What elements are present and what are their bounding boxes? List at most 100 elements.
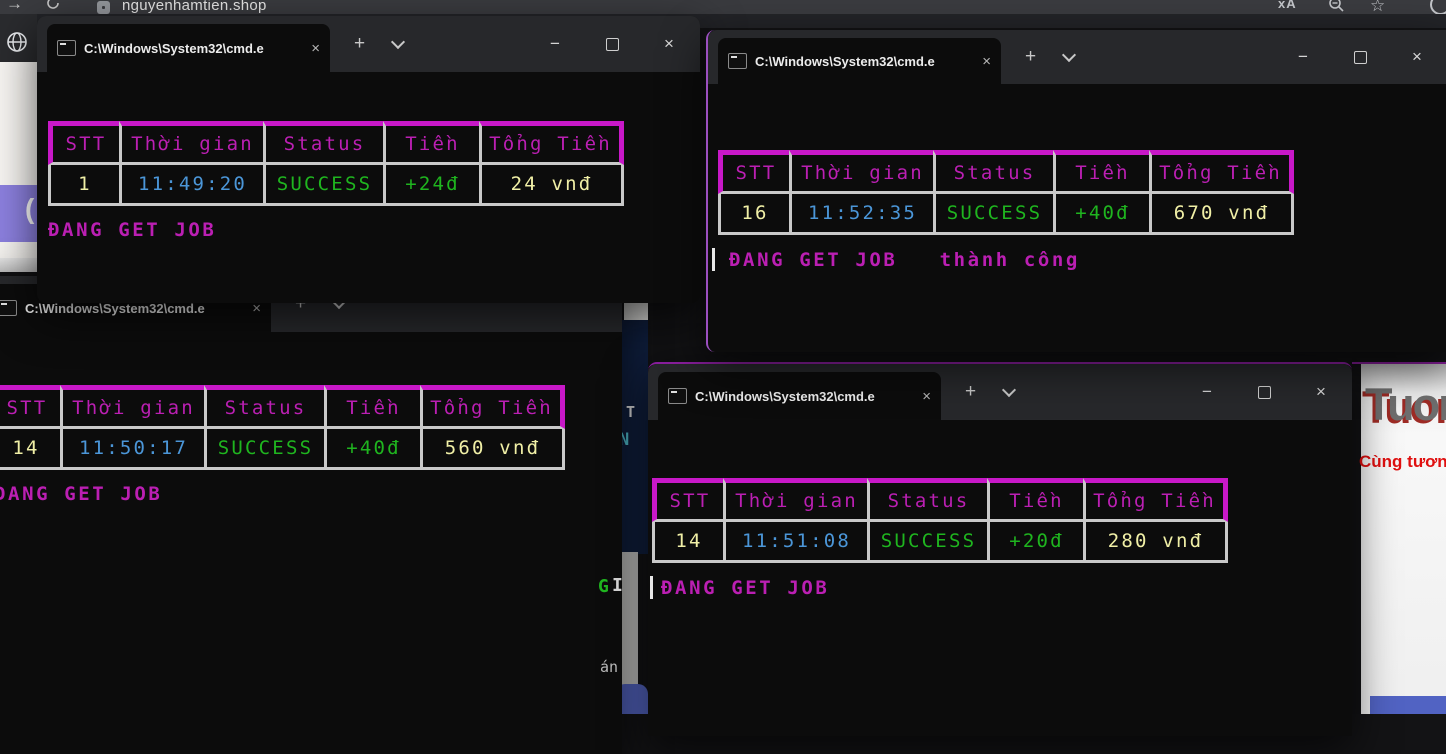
cmd-icon: [728, 53, 747, 69]
page-scrollbar-fragment[interactable]: [621, 552, 638, 690]
cmd-icon: [0, 300, 17, 316]
job-table: STT Thời gian Status Tiền Tổng Tiền 14 1…: [652, 478, 1228, 563]
cell-total: 670 vnđ: [1149, 194, 1294, 235]
close-button[interactable]: ×: [646, 24, 692, 64]
maximize-button[interactable]: [1337, 37, 1383, 77]
banner-glyph: (: [25, 193, 34, 225]
profile-icon[interactable]: [1430, 0, 1446, 14]
new-tab-button[interactable]: +: [1025, 46, 1036, 68]
terminal-output[interactable]: STT Thời gian Status Tiền Tổng Tiền 1 11…: [37, 72, 700, 241]
refresh-icon[interactable]: [45, 0, 61, 11]
cmd-window-bottom-center: C:\Windows\System32\cmd.e × + − × STT Th…: [648, 362, 1352, 736]
terminal-cursor: [712, 248, 715, 271]
url-text[interactable]: nguyenhamtien.shop: [122, 0, 267, 14]
webpage-content-fragment: Tuon Cùng tươn: [1361, 364, 1446, 714]
close-button[interactable]: ×: [1394, 37, 1440, 77]
maximize-icon: [1258, 386, 1271, 399]
col-header: STT: [718, 150, 789, 194]
col-header: Tổng Tiền: [1149, 150, 1294, 194]
minimize-button[interactable]: −: [532, 24, 578, 64]
cell-status: SUCCESS: [263, 165, 383, 206]
cell-time: 11:52:35: [789, 194, 933, 235]
site-favicon: [97, 1, 110, 14]
window-controls: − ×: [1184, 364, 1344, 420]
cell-status: SUCCESS: [933, 194, 1053, 235]
col-header: Thời gian: [723, 478, 867, 522]
cell-amount: +24đ: [383, 165, 479, 206]
status-line: ĐANG GET JOB: [0, 483, 622, 505]
job-table: STT Thời gian Status Tiền Tổng Tiền 16 1…: [718, 150, 1294, 235]
cell-stt: 14: [652, 522, 723, 563]
cell-status: SUCCESS: [867, 522, 987, 563]
terminal-output[interactable]: STT Thời gian Status Tiền Tổng Tiền 16 1…: [708, 84, 1446, 271]
cell-time: 11:50:17: [60, 429, 204, 470]
col-header: Tiền: [1053, 150, 1149, 194]
minimize-button[interactable]: −: [1280, 37, 1326, 77]
col-header: Status: [867, 478, 987, 522]
col-header: Tiền: [987, 478, 1083, 522]
terminal-output[interactable]: STT Thời gian Status Tiền Tổng Tiền 14 1…: [0, 332, 622, 505]
status-line: ĐANG GET JOB: [48, 219, 700, 241]
tab-bar-spacer: [1014, 364, 1184, 420]
cell-stt: 1: [48, 165, 119, 206]
cmd-icon: [57, 40, 76, 56]
page-red-caption: Cùng tươn: [1359, 452, 1446, 472]
tab-title: C:\Windows\System32\cmd.e: [84, 41, 305, 56]
terminal-tab-bar: C:\Windows\System32\cmd.e × + − ×: [37, 16, 700, 72]
globe-icon[interactable]: [6, 31, 28, 53]
maximize-icon: [606, 38, 619, 51]
col-header: Thời gian: [119, 121, 263, 165]
col-header: STT: [652, 478, 723, 522]
col-header: Status: [263, 121, 383, 165]
purple-border-extension: [1352, 362, 1446, 364]
browser-sidebar-fragment: [0, 14, 37, 62]
terminal-tab[interactable]: C:\Windows\System32\cmd.e ×: [47, 24, 330, 72]
tab-bar-spacer: [1074, 30, 1280, 84]
cell-total: 24 vnđ: [479, 165, 624, 206]
tab-bar-spacer: [403, 16, 532, 72]
cell-amount: +20đ: [987, 522, 1083, 563]
cell-status: SUCCESS: [204, 429, 324, 470]
new-tab-button[interactable]: +: [354, 33, 365, 55]
minimize-button[interactable]: −: [1184, 372, 1230, 412]
window-controls: − ×: [532, 16, 692, 72]
terminal-tab-bar: C:\Windows\System32\cmd.e × + − ×: [648, 364, 1352, 420]
col-header: Tổng Tiền: [420, 385, 565, 429]
cmd-window-top-right: C:\Windows\System32\cmd.e × + − × STT Th…: [706, 30, 1446, 352]
browser-address-bar[interactable]: → nguyenhamtien.shop xA ☆: [0, 0, 1446, 14]
new-tab-button[interactable]: +: [965, 381, 976, 403]
terminal-output[interactable]: STT Thời gian Status Tiền Tổng Tiền 14 1…: [648, 420, 1352, 599]
col-header: STT: [48, 121, 119, 165]
col-header: Tiền: [383, 121, 479, 165]
webpage-fragment-mid: [624, 300, 648, 320]
webpage-gray-strip: [0, 258, 37, 272]
cell-time: 11:49:20: [119, 165, 263, 206]
col-header: STT: [0, 385, 60, 429]
zoom-search-icon[interactable]: [1328, 0, 1345, 13]
terminal-tab[interactable]: C:\Windows\System32\cmd.e ×: [658, 372, 941, 420]
webpage-right-strip: Tuon Cùng tươn: [1352, 352, 1446, 714]
col-header: Thời gian: [789, 150, 933, 194]
maximize-button[interactable]: [589, 24, 635, 64]
status-line: ĐANG GET JOB: [652, 576, 1352, 599]
cell-total: 560 vnđ: [420, 429, 565, 470]
close-button[interactable]: ×: [1298, 372, 1344, 412]
forward-arrow-icon[interactable]: →: [6, 0, 23, 14]
terminal-tab[interactable]: C:\Windows\System32\cmd.e ×: [718, 38, 1001, 84]
window-controls: − ×: [1280, 30, 1440, 84]
favorites-star-icon[interactable]: ☆: [1370, 0, 1385, 14]
job-table: STT Thời gian Status Tiền Tổng Tiền 14 1…: [0, 385, 565, 470]
cell-amount: +40đ: [1053, 194, 1149, 235]
cell-stt: 16: [718, 194, 789, 235]
maximize-button[interactable]: [1241, 372, 1287, 412]
page-blue-banner: [1370, 696, 1446, 714]
col-header: Status: [933, 150, 1053, 194]
page-big-title: Tuon: [1365, 379, 1446, 431]
tab-close-icon[interactable]: ×: [311, 40, 320, 57]
tab-close-icon[interactable]: ×: [982, 53, 991, 70]
cell-stt: 14: [0, 429, 60, 470]
cell-amount: +40đ: [324, 429, 420, 470]
tab-close-icon[interactable]: ×: [922, 388, 931, 405]
translate-icon[interactable]: xA: [1278, 0, 1297, 11]
terminal-cursor: [650, 576, 653, 599]
